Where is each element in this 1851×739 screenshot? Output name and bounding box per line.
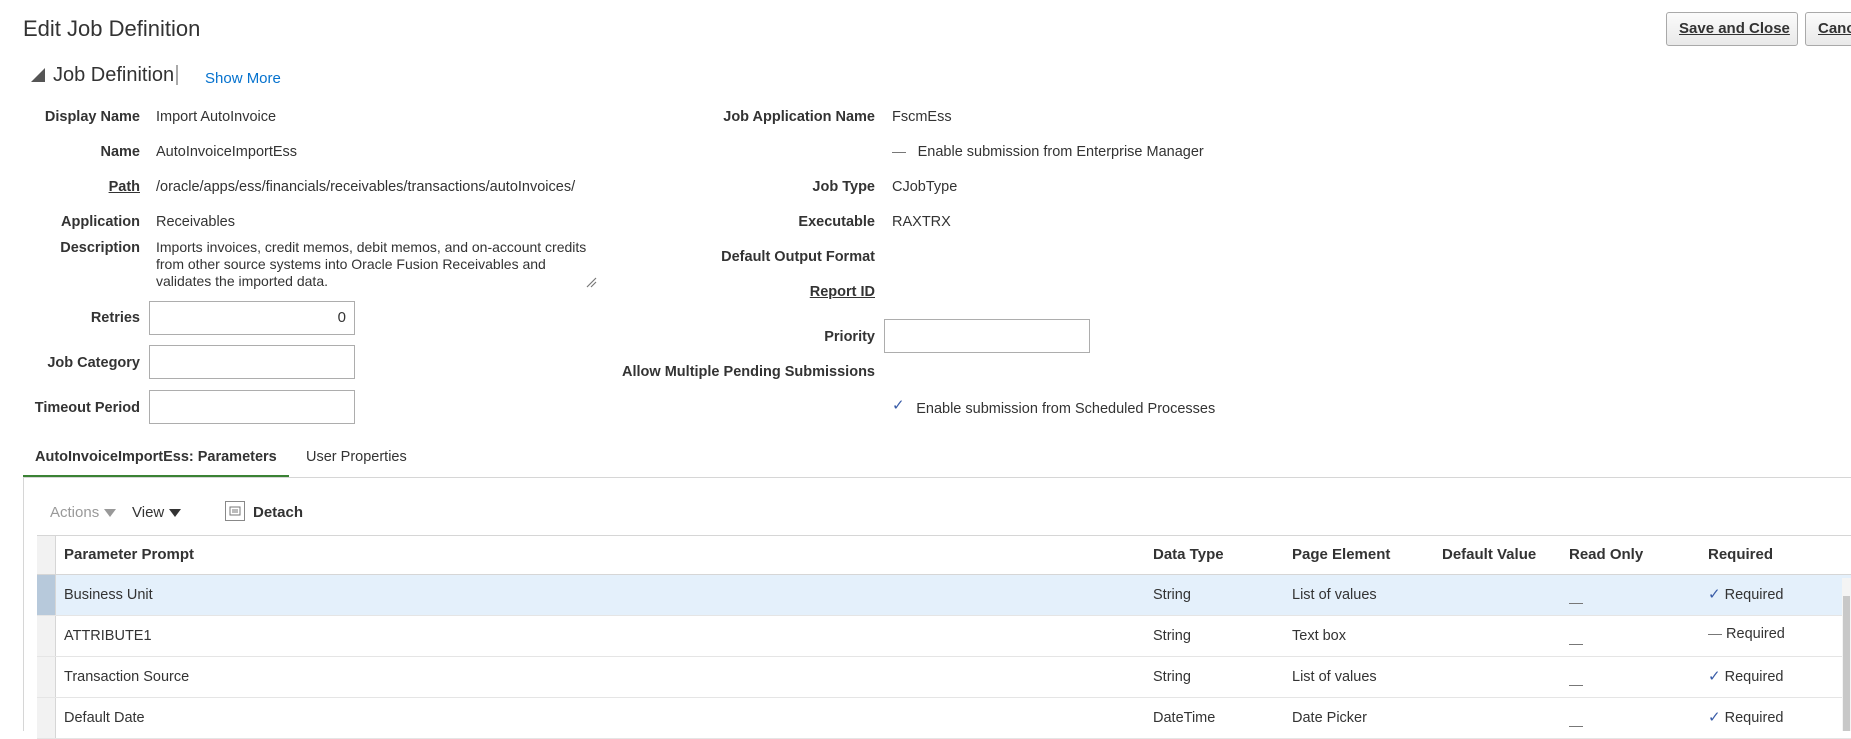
header-default-value[interactable]: Default Value [1442,546,1536,563]
header-page-element[interactable]: Page Element [1292,546,1390,563]
table-row[interactable]: Business Unit String List of values ✓ Re… [37,575,1851,616]
priority-label: Priority [824,329,875,345]
timeout-period-input[interactable] [149,390,355,424]
unchecked-dash-icon [1569,725,1583,727]
executable-value: RAXTRX [892,214,951,230]
read-only-checkbox[interactable] [1569,636,1583,652]
retries-label: Retries [90,310,140,326]
application-label: Application [61,214,140,230]
check-icon: ✓ [1708,668,1721,685]
retries-input[interactable]: 0 [149,301,355,335]
header-required[interactable]: Required [1708,546,1773,563]
enable-scheduled-label: Enable submission from Scheduled Process… [916,401,1216,417]
table-row[interactable]: Transaction Source String List of values… [37,657,1851,698]
required-checkbox[interactable]: ✓ Required [1708,585,1783,603]
cell-prompt: ATTRIBUTE1 [64,628,152,644]
collapse-triangle-icon[interactable] [31,68,45,82]
detach-icon[interactable] [225,501,245,521]
unchecked-dash-icon [892,152,906,154]
cell-page-element: List of values [1292,587,1377,603]
page-title: Edit Job Definition [23,16,201,41]
chevron-down-icon [104,509,117,518]
chevron-down-icon [169,509,182,518]
job-type-value: CJobType [892,179,958,195]
row-selector[interactable] [37,616,56,656]
display-name-label: Display Name [44,109,140,125]
cell-data-type: String [1153,669,1191,685]
detach-button[interactable]: Detach [253,504,303,521]
required-checkbox[interactable]: ✓ Required [1708,708,1783,726]
resize-handle-icon[interactable] [585,276,597,288]
job-application-name-value: FscmEss [892,109,952,125]
unchecked-dash-icon [1569,602,1583,604]
table-row[interactable]: ATTRIBUTE1 String Text box Required [37,616,1851,657]
row-selector[interactable] [37,657,56,697]
row-selector[interactable] [37,698,56,738]
unchecked-dash-icon [1569,684,1583,686]
description-label: Description [60,240,140,256]
description-textarea[interactable]: Imports invoices, credit memos, debit me… [156,239,596,290]
show-more-link[interactable]: Show More [205,70,281,87]
header-read-only[interactable]: Read Only [1569,546,1643,563]
executable-label: Executable [798,214,875,230]
name-value: AutoInvoiceImportEss [156,144,298,160]
application-value: Receivables [156,214,235,230]
unchecked-dash-icon [1569,643,1583,645]
cell-page-element: List of values [1292,669,1377,685]
cell-data-type: String [1153,587,1191,603]
header-data-type[interactable]: Data Type [1153,546,1224,563]
text-caret [176,65,178,85]
job-category-input[interactable] [149,345,355,379]
path-label[interactable]: Path [30,179,140,195]
display-name-value: Import AutoInvoice [156,109,277,125]
priority-input[interactable] [884,319,1090,353]
read-only-checkbox[interactable] [1569,595,1583,611]
default-output-format-label: Default Output Format [721,249,875,265]
required-checkbox[interactable]: Required [1708,626,1785,642]
section-title: Job Definition [53,64,175,86]
read-only-checkbox[interactable] [1569,718,1583,734]
read-only-checkbox[interactable] [1569,677,1583,693]
enable-em-label: Enable submission from Enterprise Manage… [917,144,1204,160]
job-application-name-label: Job Application Name [723,109,875,125]
allow-multiple-label: Allow Multiple Pending Submissions [622,364,875,380]
enable-em-checkbox[interactable]: Enable submission from Enterprise Manage… [892,144,1204,160]
cell-data-type: DateTime [1153,710,1216,726]
view-menu[interactable]: View [132,504,182,521]
save-and-close-button[interactable]: Save and Close [1666,12,1798,46]
job-category-label: Job Category [47,355,140,371]
check-icon: ✓ [1708,586,1721,603]
report-id-label[interactable]: Report ID [600,284,875,300]
path-value: /oracle/apps/ess/financials/receivables/… [156,179,576,195]
table-row[interactable]: Default Date DateTime Date Picker ✓ Requ… [37,698,1851,739]
header-parameter-prompt[interactable]: Parameter Prompt [64,546,194,563]
required-checkbox[interactable]: ✓ Required [1708,667,1783,685]
timeout-period-label: Timeout Period [34,400,140,416]
enable-scheduled-checkbox[interactable]: ✓ Enable submission from Scheduled Proce… [892,396,1216,417]
check-icon: ✓ [892,397,905,414]
job-type-label: Job Type [812,179,875,195]
cell-prompt: Business Unit [64,587,153,603]
cell-page-element: Date Picker [1292,710,1367,726]
row-header-corner [37,536,56,574]
cell-page-element: Text box [1292,628,1346,644]
cell-data-type: String [1153,628,1191,644]
table-header: Parameter Prompt Data Type Page Element … [37,535,1851,575]
cell-prompt: Default Date [64,710,145,726]
check-icon: ✓ [1708,709,1721,726]
actions-menu[interactable]: Actions [50,504,117,521]
cell-prompt: Transaction Source [64,669,190,685]
scrollbar-thumb[interactable] [1843,596,1850,731]
unchecked-dash-icon [1708,633,1722,635]
tab-parameters[interactable]: AutoInvoiceImportEss: Parameters [23,445,289,478]
row-selector[interactable] [37,575,56,615]
cancel-button[interactable]: Canc [1805,12,1851,46]
name-label: Name [100,144,141,160]
tab-user-properties[interactable]: User Properties [306,445,407,469]
